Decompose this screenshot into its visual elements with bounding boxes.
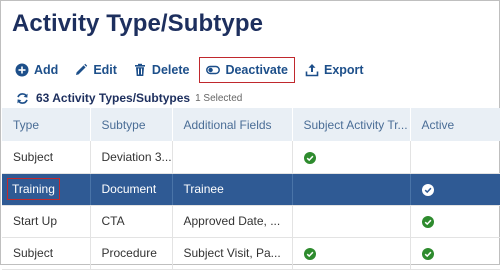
cell-additional-fields [172, 141, 293, 174]
cell-type: Start Up [2, 205, 91, 238]
cell-additional-fields: Trainee [172, 173, 293, 206]
cell-subject-activity [292, 205, 411, 238]
toggle-icon [206, 65, 221, 75]
table-row[interactable]: Subject Procedure Subject Visit, Pa... [2, 237, 500, 270]
cell-active [410, 173, 500, 206]
cell-active [410, 141, 500, 174]
column-header-subtype[interactable]: Subtype [90, 108, 173, 141]
cell-subtype: Document [90, 173, 173, 206]
cell-subtype: Deviation 3... [90, 141, 173, 174]
column-header-active[interactable]: Active [410, 108, 500, 141]
cell-subject-activity [292, 173, 411, 206]
cell-type: Training [2, 173, 91, 206]
window: Activity Type/Subtype Add Edit Delete De… [0, 0, 500, 270]
column-header-additional-fields[interactable]: Additional Fields [172, 108, 293, 141]
add-button[interactable]: Add [9, 57, 64, 83]
delete-label: Delete [151, 63, 190, 77]
record-summary: 63 Activity Types/Subtypes 1 Selected [16, 91, 242, 105]
edit-button[interactable]: Edit [68, 57, 123, 83]
toolbar: Add Edit Delete Deactivate Export [9, 57, 374, 83]
total-count: 63 Activity Types/Subtypes [36, 91, 191, 105]
cell-active [410, 237, 500, 270]
column-header-subject-activity[interactable]: Subject Activity Tr... [292, 108, 411, 141]
table-row[interactable]: Subject Deviation 3... [2, 141, 500, 174]
cell-type-highlighted: Training [7, 178, 60, 200]
export-button[interactable]: Export [299, 57, 370, 83]
deactivate-label: Deactivate [225, 63, 288, 77]
cell-subject-activity [292, 237, 411, 270]
column-header-type[interactable]: Type [2, 108, 91, 141]
activity-table: Type Subtype Additional Fields Subject A… [2, 108, 500, 270]
check-circle-icon [421, 247, 434, 260]
cell-additional-fields: Subject Visit, Pa... [172, 237, 293, 270]
deactivate-button[interactable]: Deactivate [199, 57, 295, 83]
selected-count: 1 Selected [195, 92, 243, 104]
cell-subtype: CTA [90, 205, 173, 238]
page-title: Activity Type/Subtype [12, 10, 264, 37]
delete-button[interactable]: Delete [127, 57, 196, 83]
check-circle-icon [303, 151, 316, 164]
refresh-icon[interactable] [16, 92, 29, 105]
pencil-icon [76, 63, 88, 75]
check-circle-icon [421, 215, 434, 228]
edit-label: Edit [93, 63, 117, 77]
table-row[interactable]: Training Document Trainee [2, 173, 500, 206]
cell-subject-activity [292, 141, 411, 174]
table-header-row: Type Subtype Additional Fields Subject A… [2, 108, 500, 141]
add-label: Add [34, 63, 59, 77]
cell-additional-fields: Approved Date, ... [172, 205, 293, 238]
export-label: Export [324, 63, 364, 77]
cell-subtype: Procedure [90, 237, 173, 270]
check-circle-icon [303, 247, 316, 260]
check-circle-icon [421, 183, 434, 196]
export-icon [305, 64, 319, 77]
plus-circle-icon [15, 63, 29, 77]
cell-type: Subject [2, 141, 91, 174]
cell-active [410, 205, 500, 238]
cell-type: Subject [2, 237, 91, 270]
trash-icon [134, 63, 145, 76]
table-row[interactable]: Start Up CTA Approved Date, ... [2, 205, 500, 238]
